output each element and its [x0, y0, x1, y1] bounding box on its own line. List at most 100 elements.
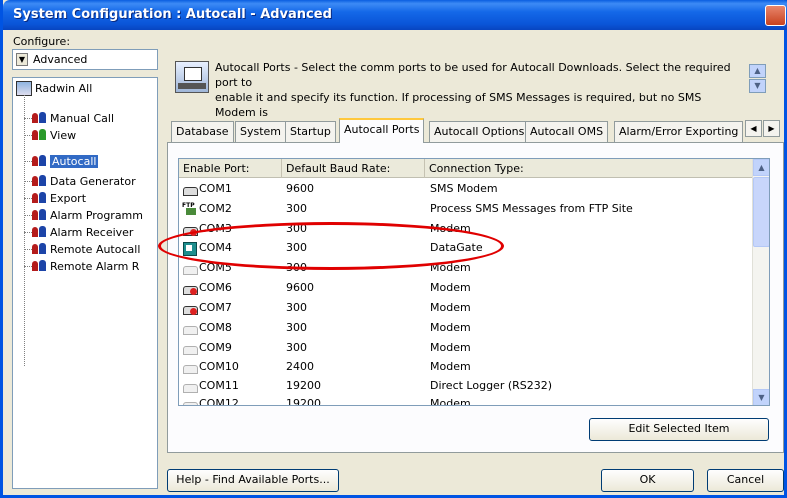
tab-startup[interactable]: Startup [285, 121, 336, 142]
table-row[interactable]: COM8 300 Modem [179, 320, 754, 336]
description-scroll-up-button[interactable]: ▲ [749, 64, 766, 78]
phone-disabled-icon [182, 222, 198, 236]
tree-item-label: Remote Autocall [50, 242, 141, 256]
figures-icon [31, 154, 47, 169]
table-row[interactable]: FTP COM2 300 Process SMS Messages from FT… [179, 201, 754, 217]
table-row[interactable]: COM3 300 Modem [179, 221, 754, 237]
column-header-default-baud-rate[interactable]: Default Baud Rate: [282, 159, 425, 178]
cancel-button[interactable]: Cancel [707, 469, 784, 492]
tree-item-alarm-programming[interactable]: Alarm Programm [31, 207, 143, 223]
connection-type-cell: Modem [430, 397, 471, 406]
ok-button[interactable]: OK [601, 469, 694, 492]
connection-type-cell: Modem [430, 341, 471, 354]
connection-type-cell: Modem [430, 321, 471, 334]
column-header-enable-port[interactable]: Enable Port: [179, 159, 282, 178]
baud-rate-cell: 19200 [286, 379, 321, 392]
baud-rate-cell: 300 [286, 301, 307, 314]
system-configuration-window: System Configuration : Autocall - Advanc… [0, 0, 787, 498]
baud-rate-cell: 300 [286, 241, 307, 254]
phone-disabled-icon [182, 301, 198, 315]
autocall-ports-description: Autocall Ports - Select the comm ports t… [215, 61, 731, 119]
dropdown-arrow-icon[interactable]: ▼ [16, 53, 28, 66]
baud-rate-cell: 300 [286, 341, 307, 354]
help-find-ports-button[interactable]: Help - Find Available Ports... [167, 469, 339, 492]
table-row[interactable]: COM9 300 Modem [179, 340, 754, 356]
baud-rate-cell: 300 [286, 321, 307, 334]
phone-disabled-icon [182, 281, 198, 295]
tree-item-view[interactable]: View [31, 127, 76, 143]
table-row[interactable]: COM4 300 DataGate [179, 240, 754, 256]
table-row[interactable]: COM1 9600 SMS Modem [179, 181, 754, 197]
table-row[interactable]: COM6 9600 Modem [179, 280, 754, 296]
ftp-icon: FTP [182, 202, 198, 216]
enable-port-cell[interactable]: COM10 [182, 360, 239, 374]
tree-item-label: Alarm Programm [50, 208, 143, 222]
enable-port-cell[interactable]: COM8 [182, 321, 232, 335]
connection-type-cell: Modem [430, 281, 471, 294]
autocall-ports-icon [175, 61, 209, 93]
port-name: COM9 [199, 341, 232, 354]
description-scroll-down-button[interactable]: ▼ [749, 79, 766, 93]
scroll-down-button[interactable]: ▼ [753, 389, 769, 405]
close-button[interactable] [765, 5, 786, 26]
tree-root[interactable]: Radwin All [16, 81, 92, 96]
enable-port-cell[interactable]: COM1 [182, 182, 232, 196]
computer-icon [16, 81, 32, 96]
tree-item-manual-call[interactable]: Manual Call [31, 110, 114, 126]
tree-item-label: View [50, 128, 77, 142]
tree-item-export[interactable]: Export [31, 190, 86, 206]
edit-selected-item-button[interactable]: Edit Selected Item [589, 418, 769, 441]
tab-system[interactable]: System [235, 121, 287, 142]
enable-port-cell[interactable]: COM11 [182, 379, 239, 393]
tree-item-label: Remote Alarm R [50, 259, 140, 273]
tab-scroll-left-button[interactable]: ◀ [745, 120, 762, 137]
column-header-connection-type[interactable]: Connection Type: [425, 159, 754, 178]
figures-icon [31, 128, 47, 143]
tab-autocall-oms[interactable]: Autocall OMS [525, 121, 609, 142]
tree-root-label: Radwin All [35, 82, 93, 95]
arrow-up-icon: ▲ [754, 66, 761, 75]
tab-alarm-error-exporting[interactable]: Alarm/Error Exporting [614, 121, 744, 142]
table-row[interactable]: COM12 19200 Modem [179, 396, 754, 406]
baud-rate-cell: 2400 [286, 360, 314, 373]
enable-port-cell[interactable]: FTP COM2 [182, 202, 232, 216]
enable-port-cell[interactable]: COM7 [182, 301, 232, 315]
port-name: COM10 [199, 360, 239, 373]
enable-port-cell[interactable]: COM3 [182, 222, 232, 236]
enable-port-cell[interactable]: COM12 [182, 397, 239, 406]
title-bar[interactable]: System Configuration : Autocall - Advanc… [3, 0, 787, 30]
connection-type-cell: Process SMS Messages from FTP Site [430, 202, 633, 215]
port-name: COM12 [199, 397, 239, 406]
ports-table-scrollbar[interactable]: ▲ ▼ [752, 159, 769, 405]
tab-scroll-right-button[interactable]: ▶ [763, 120, 780, 137]
enable-port-cell[interactable]: COM6 [182, 281, 232, 295]
connection-type-cell: Modem [430, 261, 471, 274]
enable-port-cell[interactable]: COM5 [182, 261, 232, 275]
connection-type-cell: Direct Logger (RS232) [430, 379, 553, 392]
scroll-up-button[interactable]: ▲ [753, 159, 769, 176]
tree-item-alarm-receiver[interactable]: Alarm Receiver [31, 224, 133, 240]
tree-item-autocall[interactable]: Autocall [31, 153, 99, 169]
tab-autocall-ports[interactable]: Autocall Ports [339, 118, 425, 143]
table-row[interactable]: COM11 19200 Direct Logger (RS232) [179, 378, 754, 394]
tree-item-data-generator[interactable]: Data Generator [31, 173, 136, 189]
port-name: COM2 [199, 202, 232, 215]
table-row[interactable]: COM5 300 Modem [179, 260, 754, 276]
ports-table[interactable]: Enable Port: Default Baud Rate: Connecti… [178, 158, 770, 406]
figures-icon [31, 259, 47, 274]
port-name: COM3 [199, 222, 232, 235]
enable-port-cell[interactable]: COM9 [182, 341, 232, 355]
table-row[interactable]: COM7 300 Modem [179, 300, 754, 316]
tab-database[interactable]: Database [171, 121, 234, 142]
scroll-thumb[interactable] [753, 177, 769, 247]
enable-port-cell[interactable]: COM4 [182, 241, 232, 256]
baud-rate-cell: 9600 [286, 182, 314, 195]
tab-autocall-options[interactable]: Autocall Options [429, 121, 530, 142]
configure-mode-dropdown[interactable]: ▼ Advanced [12, 49, 158, 70]
tree-item-remote-autocall[interactable]: Remote Autocall [31, 241, 140, 257]
configure-mode-value: Advanced [33, 53, 88, 66]
configuration-tree[interactable]: Radwin All Manual Call View Autocall Dat… [12, 77, 158, 489]
table-row[interactable]: COM10 2400 Modem [179, 359, 754, 375]
baud-rate-cell: 300 [286, 202, 307, 215]
tree-item-remote-alarm-receiver[interactable]: Remote Alarm R [31, 258, 139, 274]
